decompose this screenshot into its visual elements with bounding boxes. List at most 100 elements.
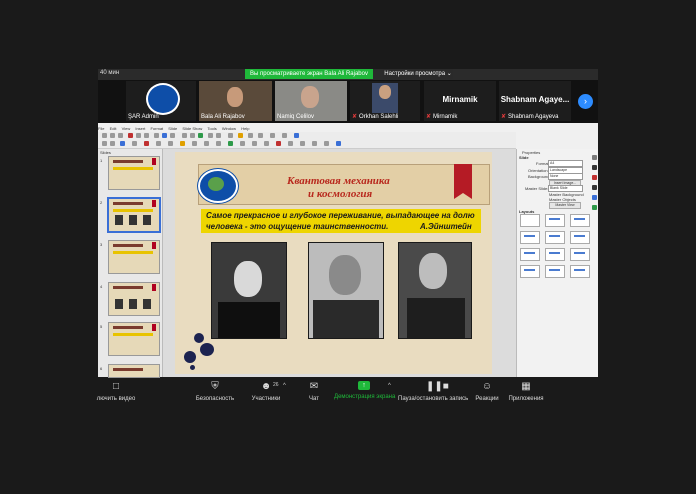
sidebar-deck [592, 151, 598, 377]
mic-muted-icon: ✘ [501, 114, 507, 120]
participant-display-name: Mirnamik [442, 95, 478, 104]
slide-thumbnail[interactable] [108, 322, 160, 356]
layout-option[interactable] [520, 265, 540, 278]
participant-tile[interactable]: ✘ Orkhan Salehli [350, 81, 420, 121]
portrait-body [313, 300, 379, 338]
master-slide-label: Master Slide: [525, 186, 549, 191]
layout-option[interactable] [570, 231, 590, 244]
record-button-label: Пауза/остановить запись [398, 396, 469, 402]
quote-line-1: Самое прекрасное и глубокое переживание,… [206, 211, 475, 220]
participant-tile[interactable]: Mirnamik ✘ Mirnamik [424, 81, 496, 121]
menu-slide-show[interactable]: Slide Show [182, 126, 202, 131]
slide-thumbnail[interactable] [108, 156, 160, 190]
chevron-up-icon[interactable]: ^ [283, 383, 286, 389]
logo-emblem [208, 177, 224, 191]
video-button[interactable]: □ лючить видео [96, 381, 136, 402]
portrait-photo [211, 242, 287, 339]
chevron-down-icon: ⌄ [446, 71, 452, 77]
slide-title-line-2: и космология [308, 188, 373, 200]
slide-number: 5 [100, 324, 103, 329]
layout-option[interactable] [545, 248, 565, 261]
slide-section-title: Slide [519, 155, 529, 160]
video-off-icon: □ [112, 381, 120, 392]
avatar-face [379, 85, 391, 99]
participant-tile[interactable]: Bala Ali Rajabov [199, 81, 272, 121]
layout-option[interactable] [520, 214, 540, 227]
menu-file[interactable]: File [98, 126, 104, 131]
master-view-button[interactable]: Master View [549, 202, 581, 209]
participants-icon: ☻ [260, 381, 272, 392]
layout-option[interactable] [570, 265, 590, 278]
security-button[interactable]: ⛨ Безопасность [194, 381, 236, 402]
portrait-photo [308, 242, 384, 339]
slide-title-line-1: Квантовая механика [287, 175, 390, 187]
mic-muted-icon: ✘ [426, 114, 432, 120]
apps-icon: ▦ [521, 381, 531, 392]
menu-format[interactable]: Format [150, 126, 163, 131]
mic-muted-icon: ✘ [352, 114, 358, 120]
toolbar-buttons [98, 132, 516, 148]
slide-thumbnail[interactable] [108, 240, 160, 274]
layout-option[interactable] [545, 231, 565, 244]
layout-option[interactable] [520, 231, 540, 244]
layout-option[interactable] [570, 248, 590, 261]
slide-number: 3 [100, 242, 103, 247]
participant-tile[interactable]: Shabnam Agaye... ✘ Shabnam Agayeva [499, 81, 571, 121]
layout-option[interactable] [570, 214, 590, 227]
menu-edit[interactable]: Edit [110, 126, 117, 131]
styles-deck-icon[interactable] [592, 165, 597, 170]
participant-tile[interactable]: ŞAR Admin [126, 81, 196, 121]
portrait-face [329, 255, 361, 295]
participant-name: Orkhan Salehli [359, 114, 399, 120]
menu-view[interactable]: View [122, 126, 131, 131]
apps-button-label: Приложения [508, 396, 544, 402]
orientation-label: Orientation: [528, 168, 549, 173]
reactions-button[interactable]: ☺ Реакции [474, 381, 500, 402]
menu-insert[interactable]: Insert [135, 126, 145, 131]
master-slide-select[interactable]: Blank Slide [548, 185, 583, 192]
slide-number: 6 [100, 366, 103, 371]
quote-author: А.Эйнштейн [420, 222, 472, 231]
portrait-face [419, 253, 447, 289]
record-button[interactable]: ❚❚■ Пауза/остановить запись [398, 381, 468, 402]
video-button-label: лючить видео [96, 396, 136, 402]
participants-button-label: Участники [251, 396, 281, 402]
view-options-button[interactable]: Настройки просмотра ⌄ [383, 69, 453, 79]
properties-deck-icon[interactable] [592, 155, 597, 160]
navigator-deck-icon[interactable] [592, 185, 597, 190]
reactions-button-label: Реакции [475, 396, 499, 402]
slide-thumbnail[interactable] [108, 364, 160, 378]
layout-option[interactable] [520, 248, 540, 261]
format-select[interactable]: A4 [548, 160, 583, 167]
portrait-photo [398, 242, 472, 339]
shared-screen: File Edit View Insert Format Slide Slide… [98, 123, 598, 377]
participant-count: 26 [273, 382, 279, 388]
apps-button[interactable]: ▦ Приложения [508, 381, 544, 402]
menu-help[interactable]: Help [241, 126, 249, 131]
slides-pane-title: Slides [100, 150, 111, 155]
layout-option[interactable] [545, 265, 565, 278]
participant-name: Bala Ali Rajabov [201, 114, 245, 120]
transition-deck-icon[interactable] [592, 205, 597, 210]
chevron-up-icon[interactable]: ^ [388, 383, 391, 389]
slide-number: 4 [100, 284, 103, 289]
layout-option[interactable] [545, 214, 565, 227]
share-screen-button[interactable]: ↑ Демонстрация экрана [334, 381, 396, 400]
reaction-icon: ☺ [481, 381, 493, 392]
slide-thumbnail[interactable] [108, 282, 160, 316]
share-screen-button-label: Демонстрация экрана [334, 394, 396, 400]
gallery-deck-icon[interactable] [592, 175, 597, 180]
menu-tools[interactable]: Tools [207, 126, 216, 131]
menu-slide[interactable]: Slide [168, 126, 177, 131]
menu-window[interactable]: Window [222, 126, 236, 131]
background-select[interactable]: None [548, 173, 583, 180]
slide-thumbnail-selected[interactable] [107, 197, 161, 233]
portrait-face [234, 261, 262, 297]
pause-stop-icon: ❚❚■ [426, 381, 449, 392]
participant-tile[interactable]: Namiq Celilov [275, 81, 347, 121]
video-feed-face [227, 87, 243, 107]
chat-button[interactable]: ✉ Чат [302, 381, 326, 402]
next-page-button[interactable]: › [578, 94, 593, 109]
animation-deck-icon[interactable] [592, 195, 597, 200]
participant-display-name: Shabnam Agaye... [500, 95, 570, 104]
